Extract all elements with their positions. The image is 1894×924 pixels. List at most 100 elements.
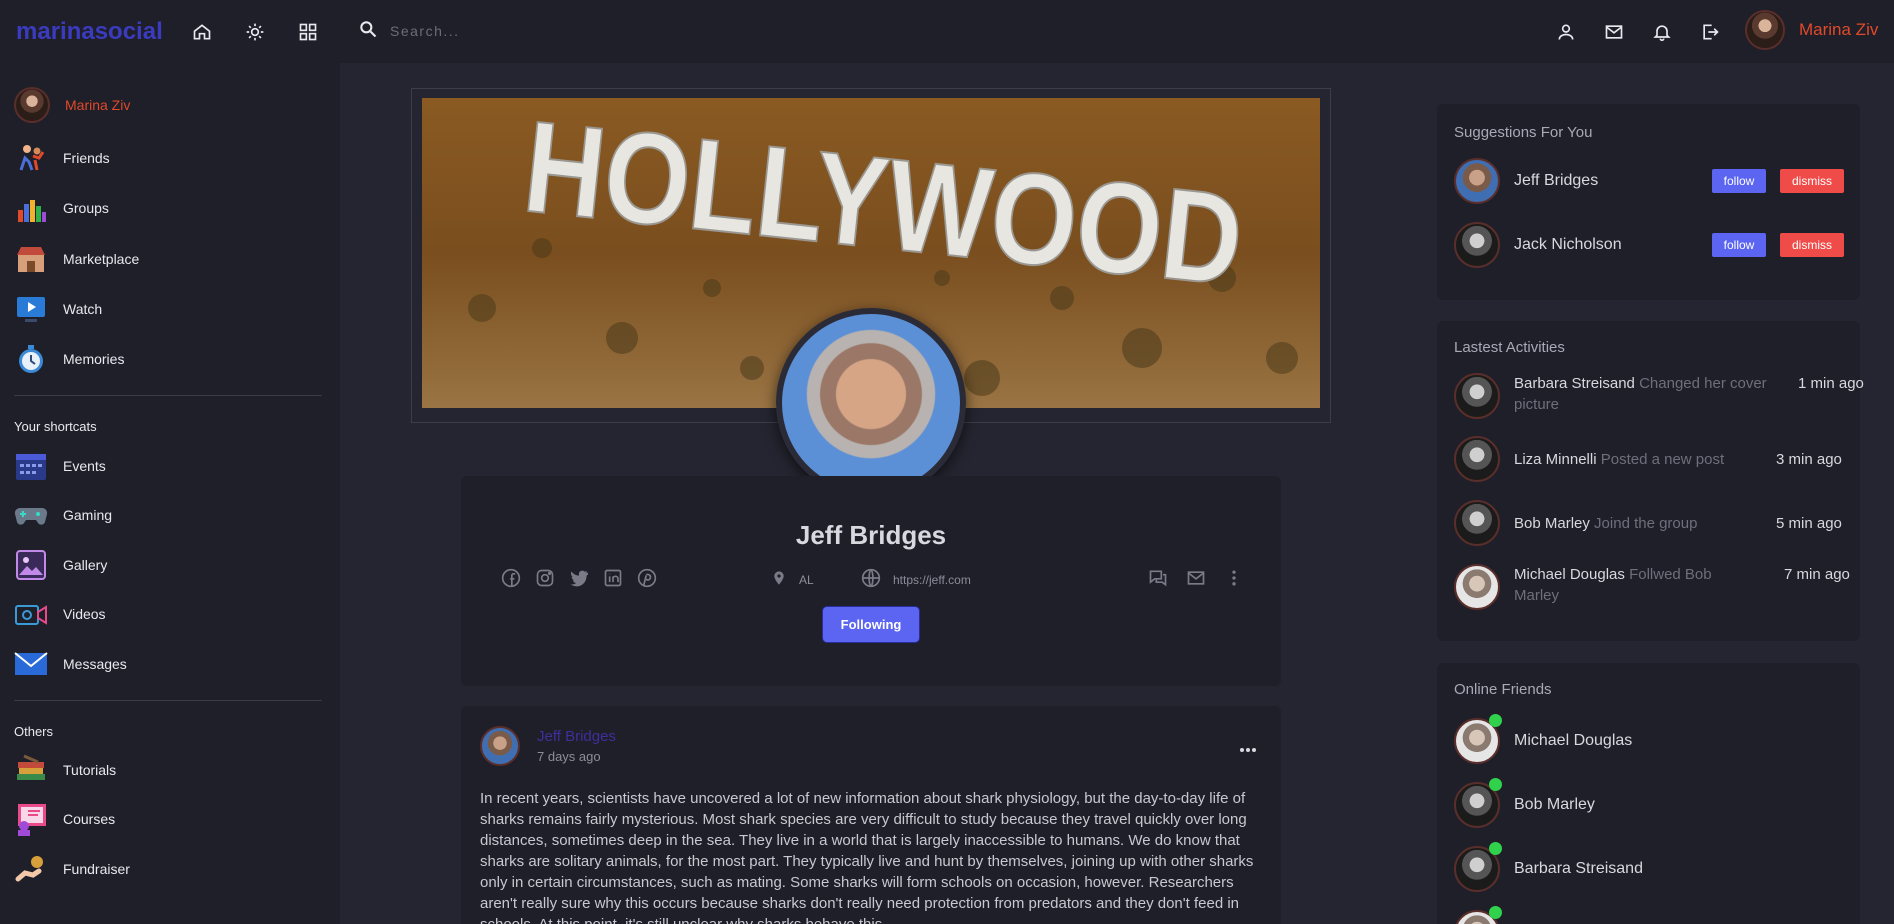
activity-time: 7 min ago (1784, 566, 1850, 583)
sidebar-item-watch[interactable]: Watch (14, 292, 102, 326)
sidebar-item-fundraiser[interactable]: Fundraiser (14, 852, 130, 886)
follow-button[interactable]: follow (1712, 233, 1766, 257)
post-author-avatar[interactable] (480, 726, 520, 766)
search-input[interactable] (390, 23, 750, 39)
logout-icon[interactable] (1697, 19, 1723, 45)
sidebar-user-avatar (14, 87, 50, 123)
sidebar-item-courses[interactable]: Courses (14, 802, 115, 836)
activities-panel: Lastest Activities Barbara Streisand Cha… (1437, 321, 1864, 641)
email-outline-icon[interactable] (1185, 568, 1207, 588)
app-logo[interactable]: marinasocial (16, 18, 163, 46)
top-bar: marinasocial Marina Ziv (0, 0, 1894, 63)
globe-icon (861, 568, 881, 591)
activity-avatar[interactable] (1454, 436, 1500, 482)
sidebar-divider (14, 700, 322, 701)
shortcuts-heading: Your shortcats (14, 419, 97, 434)
follow-button[interactable]: follow (1712, 169, 1766, 193)
profile-actions (1147, 568, 1245, 588)
post-options-icon[interactable] (1239, 740, 1257, 758)
sidebar-item-label: Friends (63, 150, 110, 166)
sidebar-item-videos[interactable]: Videos (14, 597, 106, 631)
suggestion-name[interactable]: Jeff Bridges (1514, 172, 1598, 190)
sidebar-item-friends[interactable]: Friends (14, 141, 110, 175)
activity-time: 1 min ago (1798, 375, 1864, 392)
sidebar-item-label: Videos (63, 606, 106, 622)
activity-avatar[interactable] (1454, 500, 1500, 546)
suggestion-avatar[interactable] (1454, 222, 1500, 268)
home-icon[interactable] (189, 19, 215, 45)
theme-toggle-icon[interactable] (242, 19, 268, 45)
activity-row: Liza Minnelli Posted a new post 3 min ag… (1454, 436, 1866, 482)
activity-time: 5 min ago (1776, 515, 1842, 532)
events-icon (14, 449, 48, 483)
sidebar-item-messages[interactable]: Messages (14, 647, 127, 681)
activity-action: Joind the group (1594, 515, 1698, 532)
suggestions-title: Suggestions For You (1454, 124, 1593, 141)
sidebar-divider (14, 395, 322, 396)
online-friend-row[interactable]: Barbara Streisand (1454, 842, 1643, 892)
gaming-icon (14, 498, 48, 532)
online-friend-row[interactable]: Michael Douglas (1454, 714, 1633, 764)
sidebar-item-events[interactable]: Events (14, 449, 106, 483)
activity-user[interactable]: Barbara Streisand (1514, 375, 1635, 392)
mail-icon[interactable] (1601, 19, 1627, 45)
sidebar-item-groups[interactable]: Groups (14, 191, 109, 225)
post-card: Jeff Bridges 7 days ago In recent years,… (461, 706, 1281, 924)
sidebar-user-name: Marina Ziv (65, 97, 131, 113)
sidebar-item-gaming[interactable]: Gaming (14, 498, 112, 532)
suggestion-name[interactable]: Jack Nicholson (1514, 236, 1622, 254)
online-friend-row[interactable]: Bob Marley (1454, 778, 1595, 828)
activity-row: Barbara Streisand Changed her cover pict… (1454, 373, 1866, 419)
sidebar-item-memories[interactable]: Memories (14, 342, 124, 376)
more-vertical-icon[interactable] (1223, 568, 1245, 588)
social-links (501, 568, 657, 588)
memories-icon (14, 342, 48, 376)
sidebar-item-label: Groups (63, 200, 109, 216)
activity-avatar[interactable] (1454, 373, 1500, 419)
videos-icon (14, 597, 48, 631)
search-icon[interactable] (358, 19, 378, 44)
sidebar-item-label: Fundraiser (63, 861, 130, 877)
instagram-icon[interactable] (535, 568, 555, 588)
user-avatar (1745, 10, 1785, 50)
post-author-name[interactable]: Jeff Bridges (537, 728, 616, 745)
activity-avatar[interactable] (1454, 564, 1500, 610)
online-friend-row[interactable] (1454, 906, 1502, 924)
online-friends-title: Online Friends (1454, 681, 1552, 698)
sidebar-item-label: Gallery (63, 557, 108, 573)
profile-avatar[interactable] (776, 308, 966, 498)
location-pin-icon (771, 568, 787, 591)
current-user-menu[interactable]: Marina Ziv (1745, 10, 1878, 50)
sidebar-item-label: Marketplace (63, 251, 140, 267)
activity-action: Posted a new post (1600, 451, 1725, 468)
activity-user[interactable]: Liza Minnelli (1514, 451, 1597, 468)
watch-icon (14, 292, 48, 326)
grid-apps-icon[interactable] (295, 19, 321, 45)
sidebar-item-label: Messages (63, 656, 127, 672)
sidebar-item-gallery[interactable]: Gallery (14, 548, 107, 582)
dismiss-button[interactable]: dismiss (1780, 169, 1844, 193)
website-link[interactable]: https://jeff.com (893, 573, 971, 587)
friends-icon (14, 141, 48, 175)
sidebar-item-label: Watch (63, 301, 103, 317)
left-sidebar: Marina Ziv Friends Groups Marketplace Wa… (0, 63, 340, 924)
dismiss-button[interactable]: dismiss (1780, 233, 1844, 257)
activity-user[interactable]: Michael Douglas (1514, 566, 1625, 583)
sidebar-item-tutorials[interactable]: Tutorials (14, 753, 116, 787)
suggestion-row: Jeff Bridges (1454, 158, 1598, 204)
sidebar-user-profile[interactable]: Marina Ziv (14, 87, 130, 123)
sidebar-item-marketplace[interactable]: Marketplace (14, 242, 139, 276)
twitter-icon[interactable] (569, 568, 589, 588)
chat-forum-icon[interactable] (1147, 568, 1169, 588)
activity-user[interactable]: Bob Marley (1514, 515, 1590, 532)
pinterest-icon[interactable] (637, 568, 657, 588)
facebook-icon[interactable] (501, 568, 521, 588)
suggestion-avatar[interactable] (1454, 158, 1500, 204)
linkedin-icon[interactable] (603, 568, 623, 588)
notifications-bell-icon[interactable] (1649, 19, 1675, 45)
post-timestamp: 7 days ago (537, 749, 601, 764)
following-button[interactable]: Following (823, 607, 919, 642)
friend-name: Michael Douglas (1514, 732, 1633, 749)
online-status-dot (1489, 714, 1502, 727)
profile-person-icon[interactable] (1553, 19, 1579, 45)
